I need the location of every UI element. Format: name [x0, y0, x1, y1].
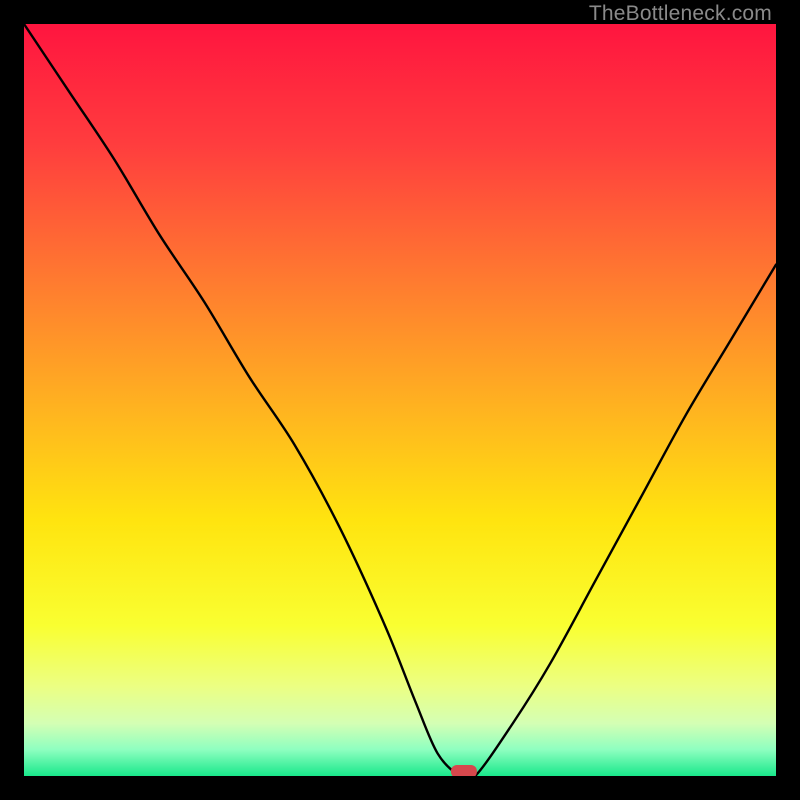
chart-frame [24, 24, 776, 776]
watermark-text: TheBottleneck.com [589, 2, 772, 26]
bottleneck-chart [24, 24, 776, 776]
optimal-marker [451, 765, 477, 776]
